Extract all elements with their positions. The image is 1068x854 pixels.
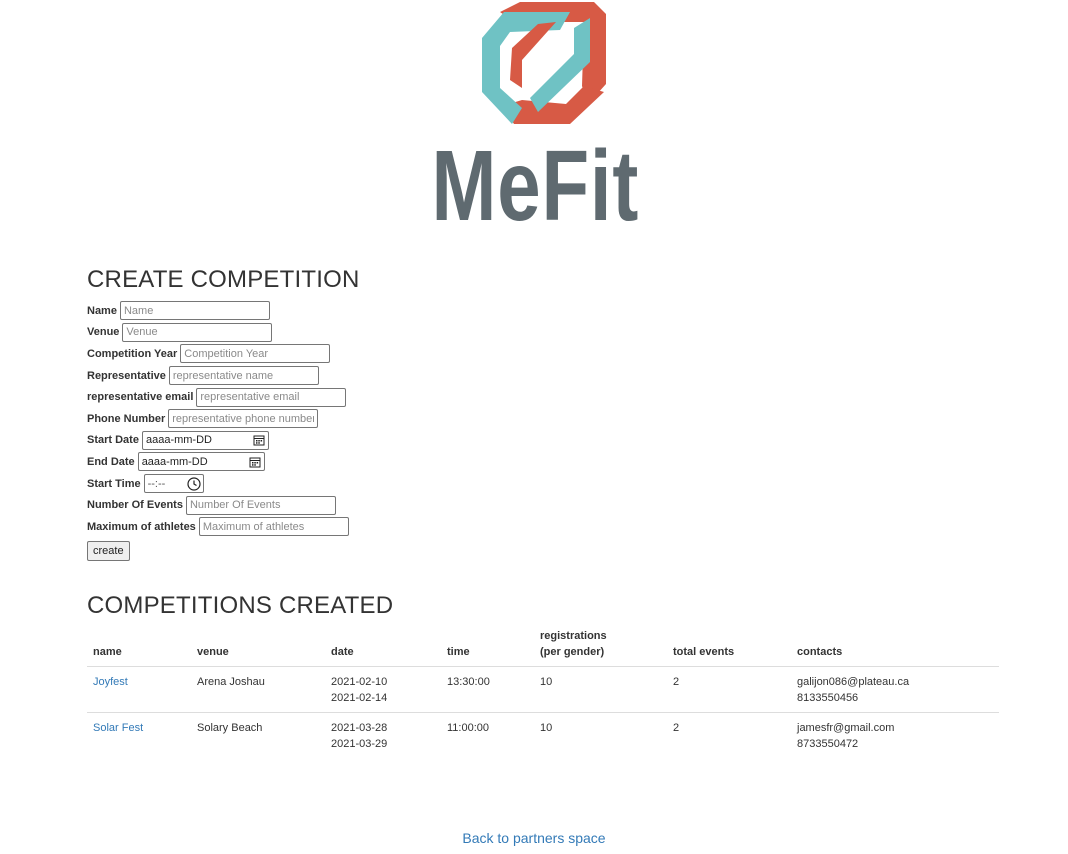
competition-year-input[interactable] <box>180 344 331 364</box>
total-events-cell: 2 <box>673 722 680 734</box>
representative-email-row: representative email <box>87 386 349 408</box>
date-cell: 2021-02-10 2021-02-14 <box>325 666 441 713</box>
name-label: Name <box>87 304 117 317</box>
calendar-icon[interactable] <box>249 456 261 468</box>
clock-icon[interactable] <box>186 476 201 491</box>
number-of-events-input[interactable] <box>185 495 336 515</box>
end-date-input[interactable]: aaaa-mm-DD <box>137 452 265 472</box>
venue-cell: Arena Joshau <box>191 666 325 713</box>
competition-name-link[interactable]: Solar Fest <box>93 722 143 734</box>
start-date-input[interactable]: aaaa-mm-DD <box>141 430 269 450</box>
end-date-label: End Date <box>87 455 135 468</box>
maximum-athletes-row: Maximum of athletes <box>87 516 349 538</box>
name-input[interactable] <box>119 301 270 321</box>
representative-name-input[interactable] <box>168 366 319 386</box>
date-end: 2021-03-29 <box>331 738 388 750</box>
registrations-header-line1: registrations <box>540 630 607 642</box>
phone-number-row: Phone Number <box>87 408 349 430</box>
create-competition-title: CREATE COMPETITION <box>87 266 360 293</box>
contact-phone: 8733550472 <box>797 738 859 750</box>
start-time-label: Start Time <box>87 477 141 490</box>
phone-number-label: Phone Number <box>87 412 166 425</box>
calendar-icon[interactable] <box>253 434 265 446</box>
column-header-contacts: contacts <box>791 628 999 667</box>
end-date-row: End Date aaaa-mm-DD <box>87 451 349 473</box>
phone-number-input[interactable] <box>168 409 319 429</box>
column-header-name: name <box>87 628 191 667</box>
mefit-logo-icon <box>482 2 606 124</box>
contacts-cell: galijon086@plateau.ca 8133550456 <box>791 666 999 713</box>
name-row: Name <box>87 300 349 322</box>
create-competition-form: Name Venue Competition Year Representati… <box>87 300 349 561</box>
maximum-athletes-label: Maximum of athletes <box>87 520 196 533</box>
start-date-value: aaaa-mm-DD <box>145 434 212 447</box>
back-to-partners-link[interactable]: Back to partners space <box>0 830 1068 846</box>
representative-label: Representative <box>87 369 166 382</box>
table-header-row: name venue date time registrations (per … <box>87 628 999 667</box>
date-end: 2021-02-14 <box>331 692 388 704</box>
column-header-venue: venue <box>191 628 325 667</box>
contact-email: jamesfr@gmail.com <box>797 722 895 734</box>
competition-year-label: Competition Year <box>87 347 178 360</box>
venue-input[interactable] <box>122 322 273 342</box>
contact-phone: 8133550456 <box>797 692 859 704</box>
venue-row: Venue <box>87 322 349 344</box>
date-cell: 2021-03-28 2021-03-29 <box>325 713 441 759</box>
column-header-date: date <box>325 628 441 667</box>
date-start: 2021-02-10 <box>331 676 388 688</box>
start-date-row: Start Date aaaa-mm-DD <box>87 430 349 452</box>
column-header-total-events: total events <box>667 628 791 667</box>
representative-email-input[interactable] <box>196 387 347 407</box>
representative-row: Representative <box>87 365 349 387</box>
table-row: Solar Fest Solary Beach 2021-03-28 2021-… <box>87 713 999 759</box>
create-button[interactable]: create <box>87 540 130 561</box>
total-events-cell: 2 <box>667 666 791 713</box>
contacts-cell: jamesfr@gmail.com 8733550472 <box>791 713 999 759</box>
start-time-input[interactable]: --:-- <box>143 474 204 494</box>
start-time-row: Start Time --:-- <box>87 473 349 495</box>
competitions-table: name venue date time registrations (per … <box>87 628 999 758</box>
maximum-athletes-input[interactable] <box>198 517 349 537</box>
competitions-created-title: COMPETITIONS CREATED <box>87 592 394 619</box>
registrations-cell: 10 <box>534 666 667 713</box>
registrations-cell: 10 <box>540 722 553 734</box>
representative-email-label: representative email <box>87 391 194 404</box>
number-of-events-row: Number Of Events <box>87 494 349 516</box>
registrations-header-line2: (per gender) <box>540 646 605 658</box>
end-date-value: aaaa-mm-DD <box>141 455 208 468</box>
date-start: 2021-03-28 <box>331 722 388 734</box>
mefit-logo: MeFit <box>0 0 1068 242</box>
start-time-value: --:-- <box>147 477 166 490</box>
logo-wordmark: MeFit <box>431 130 640 242</box>
competition-year-row: Competition Year <box>87 343 349 365</box>
start-date-label: Start Date <box>87 434 139 447</box>
column-header-time: time <box>441 628 534 667</box>
competition-name-link[interactable]: Joyfest <box>93 676 128 688</box>
contact-email: galijon086@plateau.ca <box>797 676 910 688</box>
table-row: Joyfest Arena Joshau 2021-02-10 2021-02-… <box>87 666 999 713</box>
venue-cell: Solary Beach <box>197 722 263 734</box>
column-header-registrations: registrations (per gender) <box>534 628 667 667</box>
venue-label: Venue <box>87 326 120 339</box>
time-cell: 13:30:00 <box>441 666 534 713</box>
number-of-events-label: Number Of Events <box>87 499 183 512</box>
time-cell: 11:00:00 <box>447 722 490 734</box>
